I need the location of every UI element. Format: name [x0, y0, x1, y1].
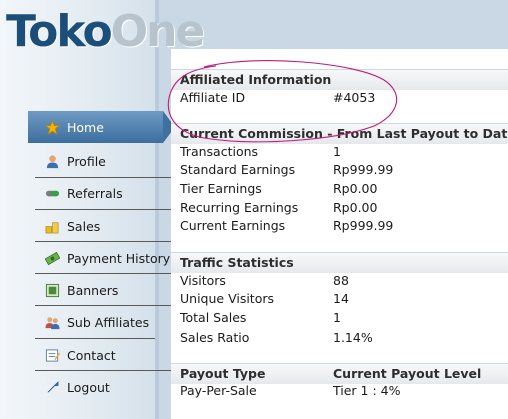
section-header-traffic: Traffic Statistics — [171, 252, 508, 273]
menu-divider — [35, 177, 175, 178]
sidebar-item-label: Contact — [67, 347, 116, 363]
sidebar-item-banners[interactable]: Banners — [28, 274, 178, 306]
referrals-icon — [44, 185, 60, 201]
contact-icon — [44, 347, 60, 363]
row-label: Recurring Earnings — [180, 200, 299, 215]
row-value: 1.14% — [333, 330, 373, 345]
menu-divider — [35, 338, 155, 339]
sidebar-item-label: Sales — [67, 218, 101, 234]
row-label: Standard Earnings — [180, 162, 296, 177]
sidebar-item-referrals[interactable]: Referrals — [28, 177, 178, 209]
section-title: Current Payout Level — [333, 366, 482, 381]
row-label: Current Earnings — [180, 218, 286, 233]
row-value: 1 — [333, 310, 341, 325]
menu-divider — [35, 209, 183, 210]
row-label: Total Sales — [180, 310, 247, 325]
row-value: Rp999.99 — [333, 218, 394, 233]
coins-icon — [44, 218, 60, 234]
sidebar-item-label: Banners — [67, 282, 119, 298]
sidebar-item-label: Home — [67, 119, 104, 135]
sidebar-item-payment-history[interactable]: Payment History — [28, 242, 178, 274]
sidebar-item-label: Logout — [67, 379, 110, 395]
star-icon — [44, 119, 60, 135]
menu-divider — [35, 370, 175, 371]
row-value: Tier 1 : 4% — [333, 383, 401, 398]
banner-icon — [44, 282, 60, 298]
annotation-circle — [167, 60, 398, 143]
logo-text-toko: Toko — [6, 6, 113, 57]
sidebar-item-sales[interactable]: Sales — [28, 210, 178, 242]
money-icon — [44, 250, 60, 266]
row-value: Rp0.00 — [333, 181, 378, 196]
section-title: Payout Type — [180, 366, 266, 381]
menu-divider — [35, 305, 175, 306]
sidebar-item-label: Referrals — [67, 185, 123, 201]
sidebar-item-sub-affiliates[interactable]: Sub Affiliates — [28, 306, 178, 338]
row-label: Visitors — [180, 273, 226, 288]
row-label: Tier Earnings — [180, 181, 262, 196]
sidebar-item-logout[interactable]: Logout — [28, 371, 178, 403]
row-value: 14 — [333, 291, 349, 306]
section-title: Traffic Statistics — [180, 255, 294, 270]
users-icon — [44, 314, 60, 330]
sidebar-item-home[interactable]: Home — [28, 111, 175, 143]
sidebar-item-label: Payment History — [67, 250, 171, 266]
row-label: Sales Ratio — [180, 330, 250, 345]
logout-icon — [44, 379, 60, 395]
section-header-payout: Payout Type Current Payout Level — [171, 363, 508, 384]
sidebar-item-profile[interactable]: Profile — [28, 145, 178, 177]
sidebar-item-label: Profile — [67, 153, 106, 169]
sidebar-item-contact[interactable]: Contact — [28, 339, 178, 371]
sidebar-item-label: Sub Affiliates — [67, 314, 150, 330]
row-label: Unique Visitors — [180, 291, 275, 306]
row-value: 88 — [333, 273, 349, 288]
row-value: Rp999.99 — [333, 162, 394, 177]
row-label: Pay-Per-Sale — [180, 383, 257, 398]
user-icon — [44, 153, 60, 169]
row-value: Rp0.00 — [333, 200, 378, 215]
